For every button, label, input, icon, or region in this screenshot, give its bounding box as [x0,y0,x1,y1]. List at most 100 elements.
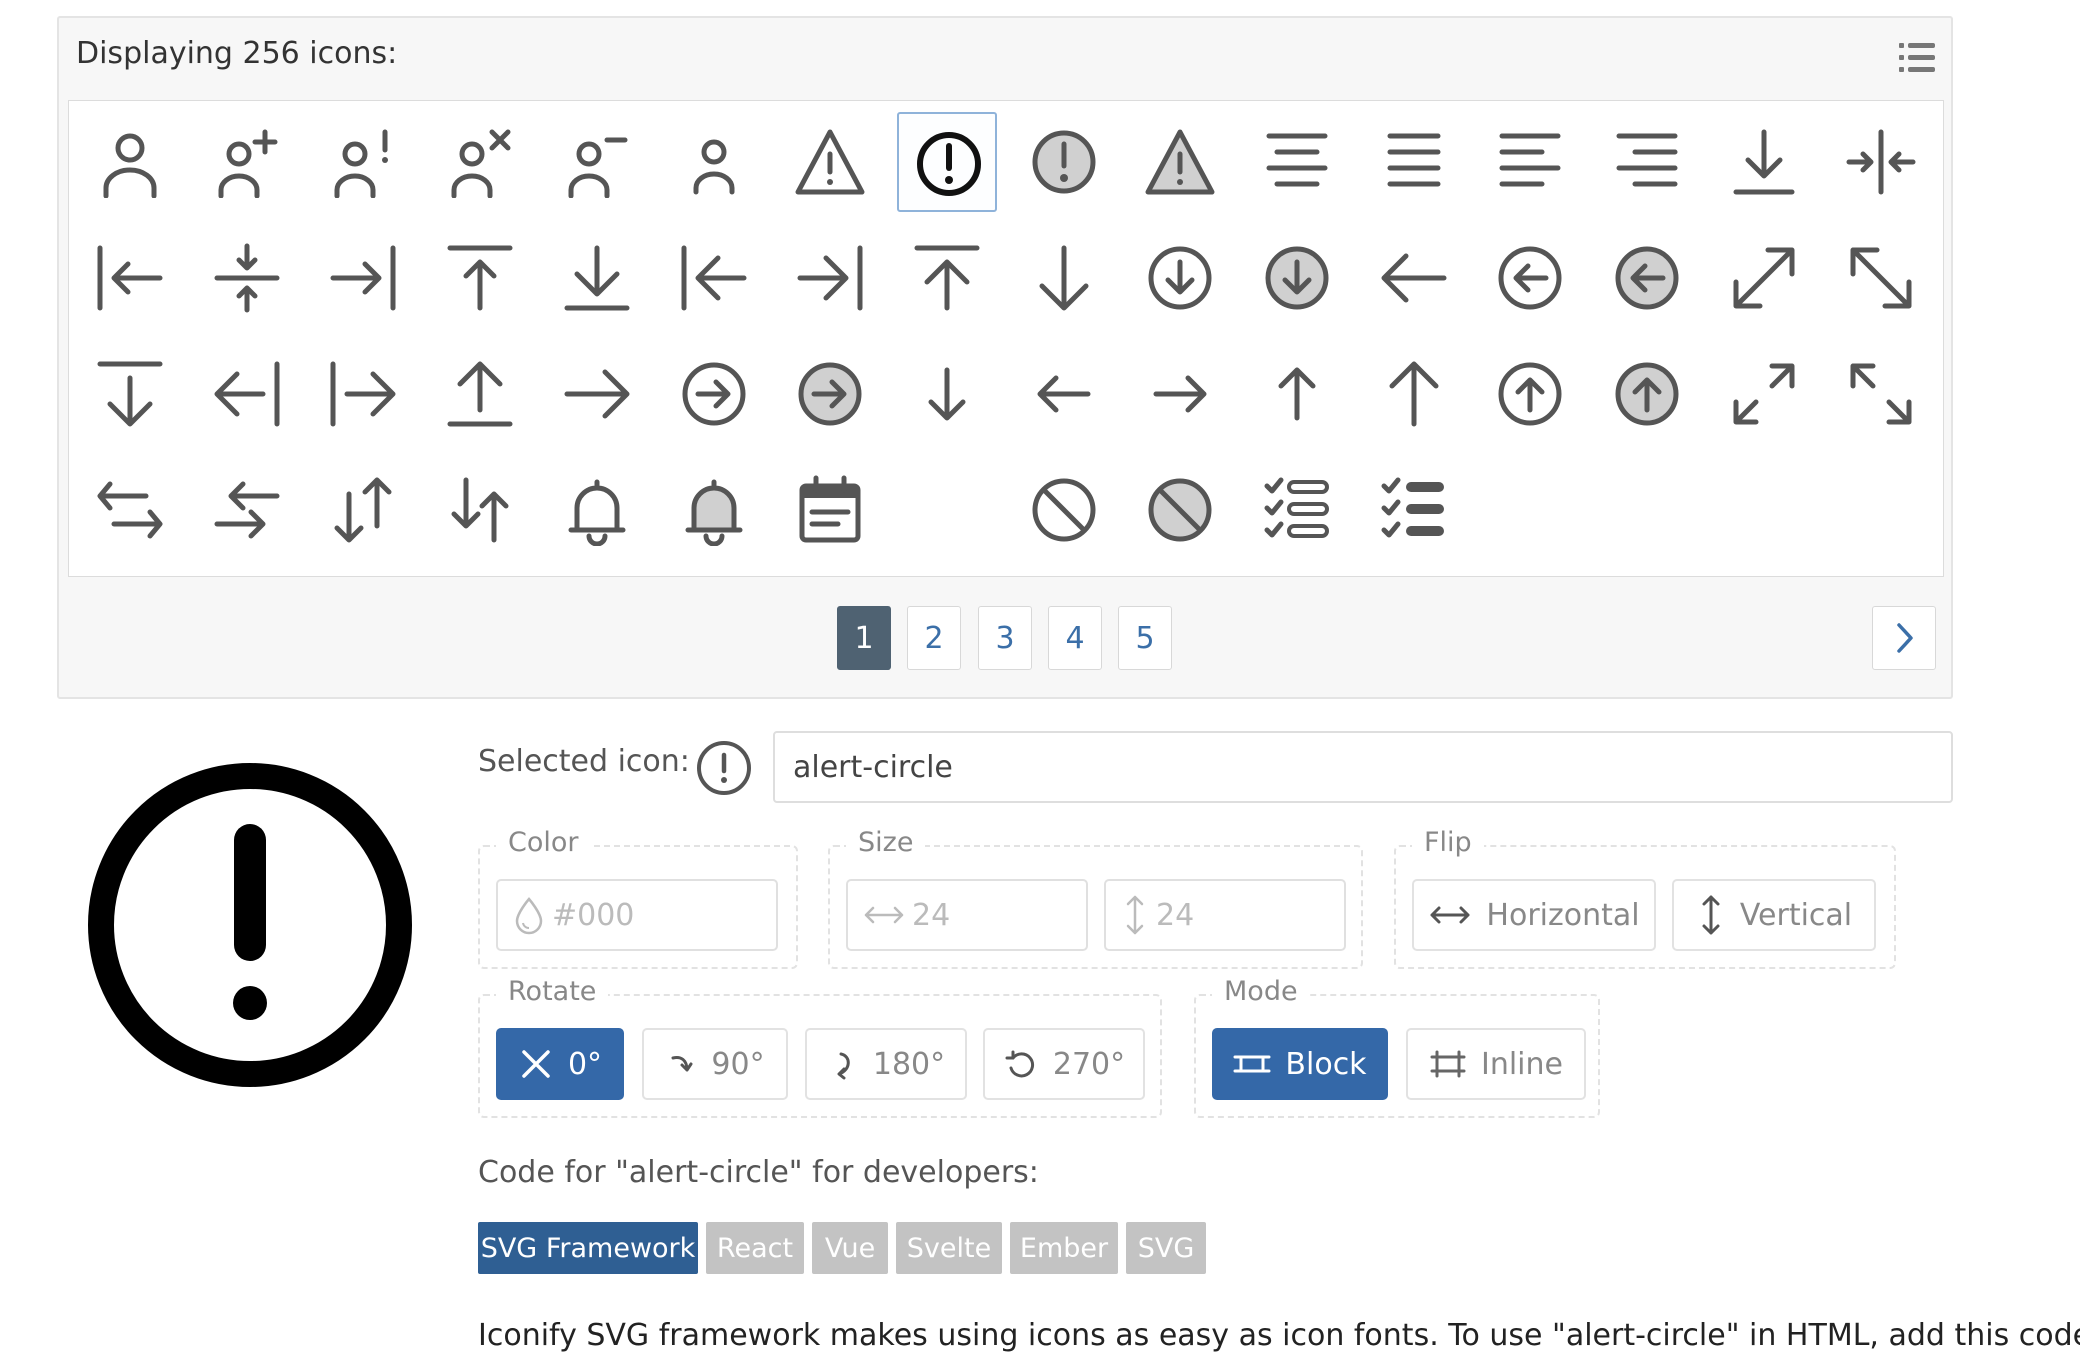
arrow-bar-right-cell[interactable] [313,228,413,328]
height-placeholder: 24 [1156,897,1195,933]
arrows-left-right-cell[interactable] [197,460,297,560]
arrow-bar-left-cell[interactable] [80,228,180,328]
alert-circle-filled-icon [1032,130,1096,194]
flip-horizontal-button[interactable]: Horizontal [1412,879,1656,951]
arrow-up-circle-cell[interactable] [1480,344,1580,444]
align-right-cell[interactable] [1597,112,1697,212]
arrow-right-cell[interactable] [547,344,647,444]
arrow-right-circle-filled-cell[interactable] [780,344,880,444]
user-plus-cell[interactable] [197,112,297,212]
user-cell[interactable] [80,112,180,212]
alert-circle-cell[interactable] [897,112,997,212]
rotate-180-button[interactable]: 180° [805,1028,967,1100]
tab-vue[interactable]: Vue [812,1222,888,1274]
arrow-up-circle-filled-icon [1615,362,1679,426]
tab-react[interactable]: React [706,1222,804,1274]
alert-circle-filled-cell[interactable] [1014,112,1114,212]
arrow-bar-up-cell[interactable] [430,228,530,328]
height-input[interactable]: 24 [1104,879,1346,951]
arrow-left-small-cell[interactable] [1014,344,1114,444]
arrow-down-circle-filled-cell[interactable] [1247,228,1347,328]
arrow-down-circle-cell[interactable] [1130,228,1230,328]
arrow-right-circle-cell[interactable] [664,344,764,444]
bell-filled-cell[interactable] [664,460,764,560]
arrow-to-bottom-cell[interactable] [547,228,647,328]
user-exclamation-cell[interactable] [313,112,413,212]
arrow-to-left-cell[interactable] [664,228,764,328]
arrow-from-top-cell[interactable] [80,344,180,444]
arrow-up-cell[interactable] [1364,344,1464,444]
arrow-to-top-cell[interactable] [897,228,997,328]
arrow-up-small-cell[interactable] [1247,344,1347,444]
arrow-down-small-cell[interactable] [897,344,997,444]
arrow-to-right-cell[interactable] [780,228,880,328]
page-4-button[interactable]: 4 [1048,606,1102,670]
arrow-from-bottom-cell[interactable] [430,344,530,444]
arrow-down-circle-icon [1148,246,1212,310]
user-small-cell[interactable] [664,112,764,212]
rotate-180-icon [837,1052,850,1080]
arrow-right-small-cell[interactable] [1130,344,1230,444]
arrow-down-cell[interactable] [1014,228,1114,328]
align-left-cell[interactable] [1480,112,1580,212]
arrow-from-right-icon [214,361,280,427]
arrow-bar-down-icon [1733,129,1795,195]
arrows-up-down-cell[interactable] [430,460,530,560]
arrows-expand-cell[interactable] [1714,344,1814,444]
bell-cell[interactable] [547,460,647,560]
arrows-down-up-cell[interactable] [313,460,413,560]
checklist-filled-cell[interactable] [1364,460,1464,560]
arrow-up-circle-filled-cell[interactable] [1597,344,1697,444]
arrow-bar-left-icon [97,245,163,311]
rotate-270-button[interactable]: 270° [983,1028,1145,1100]
arrows-horizontal-cell[interactable] [80,460,180,560]
rotate-0-button[interactable]: 0° [496,1028,624,1100]
calendar-cell[interactable] [780,460,880,560]
alert-circle-icon [917,132,981,196]
arrows-collapse-vertical-cell[interactable] [197,228,297,328]
mode-block-button[interactable]: Block [1212,1028,1388,1100]
color-input[interactable]: #000 [496,879,778,951]
tab-ember[interactable]: Ember [1010,1222,1118,1274]
arrow-expand-cell[interactable] [1714,228,1814,328]
arrow-left-circle-icon [1498,246,1562,310]
arrow-left-circle-filled-cell[interactable] [1597,228,1697,328]
arrows-expand-alt-icon [1850,363,1912,425]
user-minus-cell[interactable] [547,112,647,212]
arrow-left-icon [1381,253,1447,303]
next-page-button[interactable] [1872,606,1936,670]
ban-cell[interactable] [1014,460,1114,560]
ban-filled-cell[interactable] [1130,460,1230,560]
alert-triangle-filled-cell[interactable] [1130,112,1230,212]
checklist-cell[interactable] [1247,460,1347,560]
arrows-expand-alt-cell[interactable] [1831,344,1931,444]
flip-vertical-button[interactable]: Vertical [1672,879,1876,951]
list-view-icon[interactable] [1897,40,1937,76]
page-2-button[interactable]: 2 [907,606,961,670]
page-1-button[interactable]: 1 [837,606,891,670]
alert-triangle-cell[interactable] [780,112,880,212]
align-right-icon [1616,133,1678,187]
align-center-cell[interactable] [1247,112,1347,212]
arrow-from-left-cell[interactable] [313,344,413,444]
arrows-collapse-horizontal-cell[interactable] [1831,112,1931,212]
tab-svg[interactable]: SVG [1126,1222,1206,1274]
arrow-to-right-icon [797,245,863,311]
width-input[interactable]: 24 [846,879,1088,951]
arrow-from-right-cell[interactable] [197,344,297,444]
page-5-button[interactable]: 5 [1118,606,1172,670]
checklist-icon [1264,477,1329,538]
page-3-button[interactable]: 3 [978,606,1032,670]
mode-inline-button[interactable]: Inline [1406,1028,1586,1100]
align-justify-cell[interactable] [1364,112,1464,212]
arrows-horizontal-icon [864,906,904,924]
rotate-90-button[interactable]: 90° [642,1028,788,1100]
arrow-left-circle-cell[interactable] [1480,228,1580,328]
arrow-expand-alt-cell[interactable] [1831,228,1931,328]
user-x-cell[interactable] [430,112,530,212]
tab-svg-framework[interactable]: SVG Framework [478,1222,698,1274]
selected-icon-name-input[interactable] [773,731,1953,803]
arrow-left-cell[interactable] [1364,228,1464,328]
tab-svelte[interactable]: Svelte [896,1222,1002,1274]
arrow-bar-down-cell[interactable] [1714,112,1814,212]
